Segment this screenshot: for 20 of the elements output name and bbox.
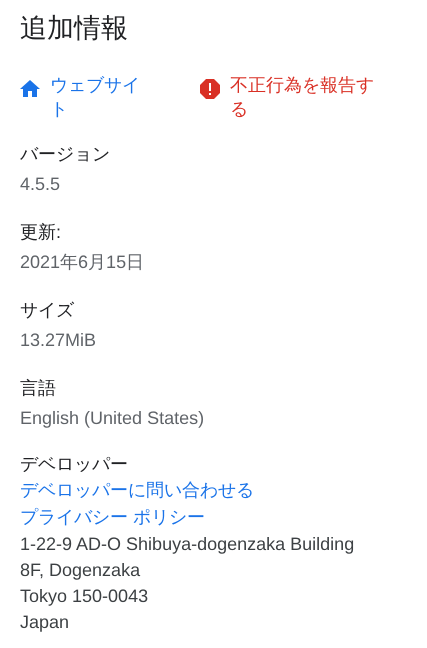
field-label: 言語 <box>20 377 57 400</box>
field-label: デベロッパー <box>20 453 129 476</box>
address-line: Japan <box>20 611 70 634</box>
report-link[interactable]: 不正行為を報告する <box>230 73 380 121</box>
developer-link[interactable]: デベロッパーに問い合わせる <box>20 480 254 500</box>
field-value: 4.5.5 <box>20 173 62 196</box>
warning-icon <box>200 79 220 99</box>
field-value: 2021年6月15日 <box>20 251 146 274</box>
field-value: 13.27MiB <box>20 329 98 352</box>
field-label: サイズ <box>20 299 76 322</box>
home-icon <box>20 80 40 98</box>
address-line: Tokyo 150-0043 <box>20 585 150 608</box>
address-line: 1-22-9 AD-O Shibuya-dogenzaka Building <box>20 533 356 556</box>
website-link[interactable]: ウェブサイト <box>50 73 150 121</box>
field-label: 更新: <box>20 221 62 244</box>
developer-link[interactable]: プライバシー ポリシー <box>20 507 206 527</box>
section-title: 追加情報 <box>20 12 129 45</box>
field-label: バージョン <box>20 143 111 166</box>
field-value: English (United States) <box>20 407 206 430</box>
address-line: 8F, Dogenzaka <box>20 559 142 582</box>
